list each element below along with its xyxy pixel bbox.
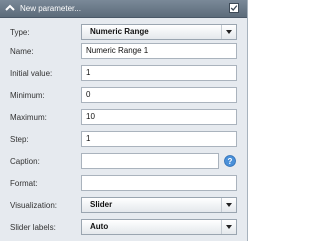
visualization-select[interactable]: Slider — [81, 197, 237, 213]
panel-title: New parameter... — [20, 4, 81, 13]
caption-input[interactable] — [81, 153, 219, 169]
right-margin — [248, 0, 264, 241]
help-icon[interactable]: ? — [224, 155, 236, 167]
type-row: Type: Numeric Range — [0, 23, 247, 42]
minimum-row: Minimum: 0 — [0, 86, 247, 105]
slider-labels-label: Slider labels: — [10, 223, 56, 232]
confirm-checkbox[interactable] — [229, 3, 239, 13]
dropdown-arrow-icon[interactable] — [221, 198, 236, 212]
initial-value-input[interactable]: 1 — [81, 65, 237, 81]
slider-labels-select[interactable]: Auto — [81, 219, 237, 235]
chevron-up-icon[interactable] — [5, 3, 15, 13]
step-input[interactable]: 1 — [81, 131, 237, 147]
format-row: Format: — [0, 174, 247, 193]
new-parameter-panel: New parameter... Type: Numeric Range Nam… — [0, 0, 248, 241]
type-select[interactable]: Numeric Range — [81, 24, 237, 40]
maximum-row: Maximum: 10 — [0, 108, 247, 127]
maximum-label: Maximum: — [10, 113, 47, 122]
type-label: Type: — [10, 28, 30, 37]
name-input[interactable]: Numeric Range 1 — [81, 43, 237, 59]
minimum-input[interactable]: 0 — [81, 87, 237, 103]
type-value: Numeric Range — [90, 27, 149, 36]
format-input[interactable] — [81, 175, 237, 191]
slider-labels-row: Slider labels: Auto — [0, 218, 247, 237]
checkmark-icon — [230, 5, 238, 11]
step-row: Step: 1 — [0, 130, 247, 149]
step-label: Step: — [10, 135, 29, 144]
caption-row: Caption: ? — [0, 152, 247, 171]
initial-value-row: Initial value: 1 — [0, 64, 247, 83]
minimum-label: Minimum: — [10, 91, 45, 100]
slider-labels-value: Auto — [90, 222, 109, 231]
format-label: Format: — [10, 179, 38, 188]
dropdown-arrow-icon[interactable] — [221, 25, 236, 39]
visualization-row: Visualization: Slider — [0, 196, 247, 215]
name-label: Name: — [10, 47, 34, 56]
caption-label: Caption: — [10, 157, 40, 166]
visualization-value: Slider — [90, 200, 113, 209]
visualization-label: Visualization: — [10, 201, 57, 210]
initial-value-label: Initial value: — [10, 69, 53, 78]
name-row: Name: Numeric Range 1 — [0, 42, 247, 61]
panel-header: New parameter... — [0, 0, 247, 18]
svg-text:?: ? — [228, 157, 233, 166]
dropdown-arrow-icon[interactable] — [221, 220, 236, 234]
maximum-input[interactable]: 10 — [81, 109, 237, 125]
